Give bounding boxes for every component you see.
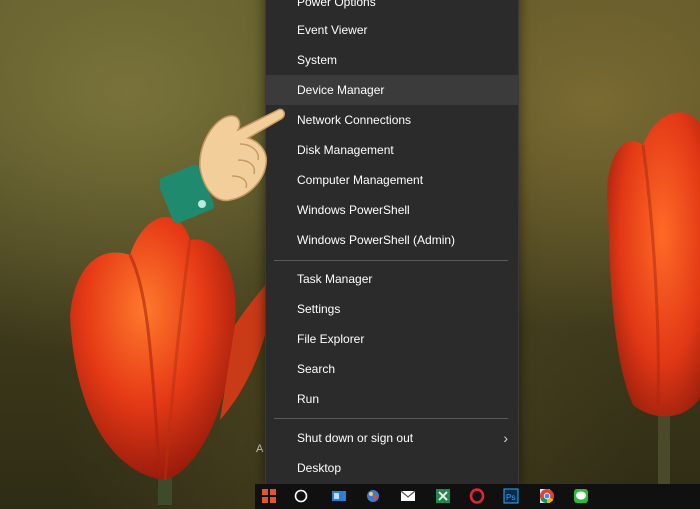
menu-item-file-explorer[interactable]: File Explorer <box>266 324 518 354</box>
task-view-icon[interactable] <box>331 488 347 504</box>
menu-item-label: System <box>297 53 338 67</box>
menu-item-windows-powershell-admin[interactable]: Windows PowerShell (Admin) <box>266 225 518 255</box>
cortana-icon[interactable] <box>293 488 309 504</box>
menu-item-label: File Explorer <box>297 332 365 346</box>
menu-item-windows-powershell[interactable]: Windows PowerShell <box>266 195 518 225</box>
menu-item-network-connections[interactable]: Network Connections <box>266 105 518 135</box>
winx-context-menu: Power Options Event Viewer System Device… <box>265 0 519 486</box>
menu-item-run[interactable]: Run <box>266 384 518 414</box>
menu-item-device-manager[interactable]: Device Manager <box>266 75 518 105</box>
menu-item-label: Run <box>297 392 320 406</box>
menu-item-label: Search <box>297 362 336 376</box>
line-app-icon[interactable] <box>573 488 589 504</box>
svg-text:Ps: Ps <box>506 493 515 502</box>
menu-item-event-viewer[interactable]: Event Viewer <box>266 15 518 45</box>
menu-item-label: Windows PowerShell (Admin) <box>297 233 456 247</box>
taskbar: Ps <box>255 484 700 509</box>
menu-item-shut-down[interactable]: Shut down or sign out › <box>266 423 518 453</box>
mail-icon[interactable] <box>400 488 416 504</box>
pointing-hand-icon <box>160 108 285 224</box>
excel-icon[interactable] <box>435 488 451 504</box>
opera-icon[interactable] <box>469 488 485 504</box>
tulip-right-image <box>607 112 700 500</box>
menu-item-label: Network Connections <box>297 113 412 127</box>
menu-item-label: Computer Management <box>297 173 424 187</box>
menu-item-label: Disk Management <box>297 143 394 157</box>
menu-separator <box>274 260 508 261</box>
desktop-label-fragment: A <box>256 443 264 455</box>
chrome-icon[interactable] <box>539 488 555 504</box>
menu-item-search[interactable]: Search <box>266 354 518 384</box>
menu-item-settings[interactable]: Settings <box>266 294 518 324</box>
photoshop-icon[interactable]: Ps <box>503 488 519 504</box>
menu-item-label: Event Viewer <box>297 23 368 37</box>
menu-item-task-manager[interactable]: Task Manager <box>266 264 518 294</box>
tulip-left-image <box>70 217 280 505</box>
paint-icon[interactable] <box>365 488 381 504</box>
menu-item-label: Power Options <box>297 0 376 9</box>
windows-start-icon[interactable] <box>261 488 277 504</box>
menu-item-label: Settings <box>297 302 341 316</box>
menu-item-label: Desktop <box>297 461 342 475</box>
menu-item-computer-management[interactable]: Computer Management <box>266 165 518 195</box>
menu-item-label: Shut down or sign out <box>297 431 414 445</box>
menu-item-system[interactable]: System <box>266 45 518 75</box>
menu-item-desktop[interactable]: Desktop <box>266 453 518 483</box>
chevron-right-icon: › <box>503 430 508 446</box>
menu-item-disk-management[interactable]: Disk Management <box>266 135 518 165</box>
menu-item-label: Device Manager <box>297 83 385 97</box>
menu-separator <box>274 418 508 419</box>
menu-item-label: Task Manager <box>297 272 373 286</box>
menu-item-label: Windows PowerShell <box>297 203 410 217</box>
